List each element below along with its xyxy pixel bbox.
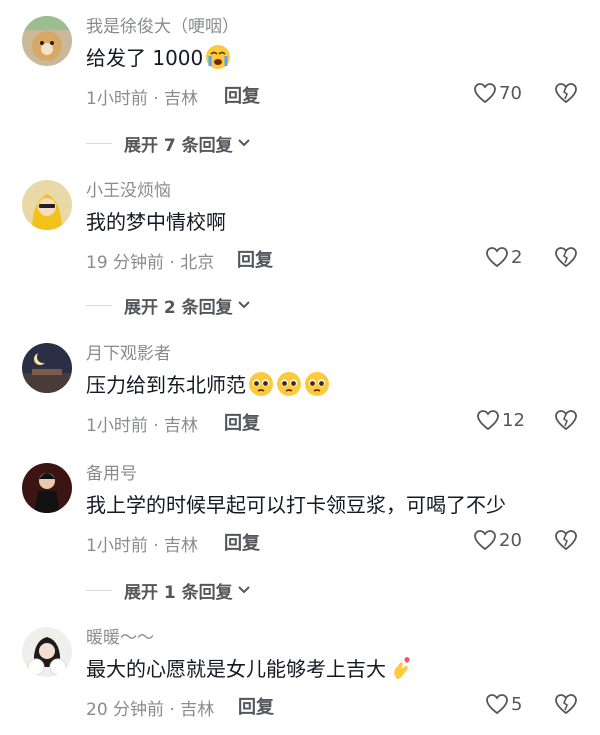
- like-count: 5: [511, 693, 523, 715]
- comment-item: 备用号 我上学的时候早起可以打卡领豆浆，可喝了不少 1小时前 · 吉林 回复 2…: [0, 463, 600, 563]
- avatar[interactable]: [22, 180, 72, 230]
- like-button[interactable]: 2: [485, 246, 522, 268]
- username[interactable]: 暖暖～～: [86, 623, 154, 648]
- expand-replies-button[interactable]: 展开 7 条回复: [86, 131, 251, 156]
- dislike-button[interactable]: [554, 409, 578, 431]
- username[interactable]: 小王没烦恼: [86, 176, 171, 201]
- avatar[interactable]: [22, 627, 72, 677]
- crying-face-icon: [205, 44, 231, 70]
- divider: [86, 589, 112, 591]
- like-button[interactable]: 5: [485, 693, 522, 715]
- reply-button[interactable]: 回复: [238, 693, 274, 719]
- like-button[interactable]: 70: [473, 82, 522, 104]
- comment-text: 给发了 1000: [86, 42, 231, 71]
- dislike-button[interactable]: [554, 693, 578, 715]
- broken-heart-icon: [555, 530, 577, 551]
- comment-item: 月下观影者 压力给到东北师范 1小时前 · 吉林 回复 12: [0, 343, 600, 443]
- chevron-down-icon: [237, 139, 250, 147]
- heart-icon: [486, 694, 508, 715]
- username[interactable]: 我是徐俊大（哽咽）: [86, 12, 239, 37]
- reply-button[interactable]: 回复: [224, 409, 260, 435]
- chevron-down-icon: [237, 586, 250, 594]
- reply-button[interactable]: 回复: [237, 246, 273, 272]
- pleading-face-icon: [248, 371, 274, 397]
- comment-meta: 1小时前 · 吉林: [86, 536, 199, 556]
- reply-button[interactable]: 回复: [224, 529, 260, 555]
- dislike-button[interactable]: [554, 529, 578, 551]
- username[interactable]: 月下观影者: [86, 339, 171, 364]
- broken-heart-icon: [555, 247, 577, 268]
- avatar[interactable]: [22, 343, 72, 393]
- comment-text: 最大的心愿就是女儿能够考上吉大: [86, 653, 414, 682]
- avatar[interactable]: [22, 463, 72, 513]
- pleading-face-icon: [276, 371, 302, 397]
- comment-text: 我上学的时候早起可以打卡领豆浆，可喝了不少: [86, 493, 506, 517]
- comment-meta: 1小时前 · 吉林: [86, 416, 199, 436]
- comment-item: 我是徐俊大（哽咽） 给发了 1000 1小时前 · 吉林 回复 70: [0, 16, 600, 116]
- divider: [86, 304, 112, 306]
- dislike-button[interactable]: [554, 82, 578, 104]
- comment-item: 暖暖～～ 最大的心愿就是女儿能够考上吉大 20 分钟前 · 吉林 回复 5: [0, 627, 600, 727]
- username[interactable]: 备用号: [86, 459, 137, 484]
- reply-button[interactable]: 回复: [224, 82, 260, 108]
- comment-text: 我的梦中情校啊: [86, 210, 226, 234]
- expand-replies-button[interactable]: 展开 2 条回复: [86, 293, 251, 318]
- expand-replies-button[interactable]: 展开 1 条回复: [86, 578, 251, 603]
- like-count: 70: [499, 82, 522, 104]
- broken-heart-icon: [555, 83, 577, 104]
- heart-icon: [486, 247, 508, 268]
- comment-meta: 1小时前 · 吉林: [86, 89, 199, 109]
- finger-heart-icon: [388, 655, 414, 681]
- like-count: 12: [502, 409, 525, 431]
- comment-meta: 20 分钟前 · 吉林: [86, 700, 215, 720]
- heart-icon: [477, 410, 499, 431]
- comment-item: 小王没烦恼 我的梦中情校啊 19 分钟前 · 北京 回复 2: [0, 180, 600, 280]
- chevron-down-icon: [237, 301, 250, 309]
- comment-meta: 19 分钟前 · 北京: [86, 253, 215, 273]
- broken-heart-icon: [555, 410, 577, 431]
- broken-heart-icon: [555, 694, 577, 715]
- like-button[interactable]: 20: [473, 529, 522, 551]
- like-count: 20: [499, 529, 522, 551]
- divider: [86, 142, 112, 144]
- pleading-face-icon: [304, 371, 330, 397]
- avatar[interactable]: [22, 16, 72, 66]
- heart-icon: [474, 530, 496, 551]
- like-button[interactable]: 12: [476, 409, 525, 431]
- comment-text: 压力给到东北师范: [86, 369, 330, 398]
- heart-icon: [474, 83, 496, 104]
- dislike-button[interactable]: [554, 246, 578, 268]
- like-count: 2: [511, 246, 523, 268]
